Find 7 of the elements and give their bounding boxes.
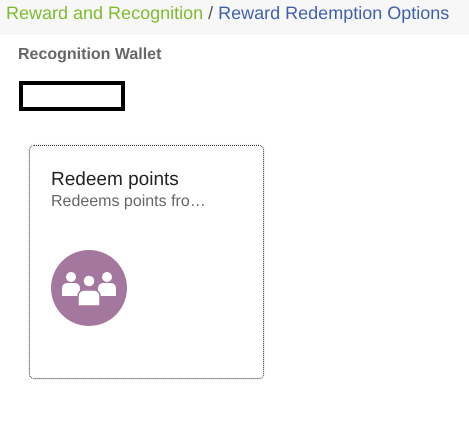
- section-title: Recognition Wallet: [18, 45, 162, 65]
- tile[interactable]: Redeem points Redeems points fro…: [29, 145, 264, 379]
- people-group-icon: [51, 250, 127, 326]
- tile-title: Redeem points: [51, 168, 180, 192]
- breadcrumb-separator: /: [208, 2, 214, 25]
- breadcrumb-current: Reward Redemption Options: [218, 2, 450, 25]
- tile-subtitle: Redeems points fro…: [51, 192, 207, 212]
